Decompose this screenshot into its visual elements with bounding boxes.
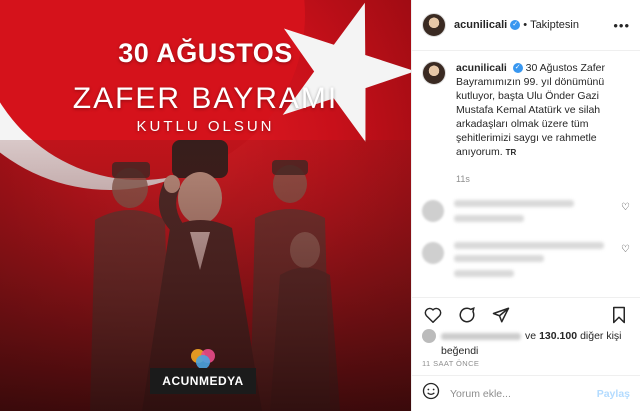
blur-line	[454, 270, 514, 277]
action-bar	[412, 297, 640, 331]
commenter-avatar[interactable]	[422, 200, 444, 222]
author-username[interactable]: acunilicali	[454, 19, 507, 31]
commenter-avatar[interactable]	[422, 242, 444, 264]
blur-line	[454, 242, 604, 249]
brand-logo-icon	[191, 349, 215, 369]
caption-time: 11s	[456, 174, 470, 184]
comment-blurred-text	[454, 200, 630, 228]
post-comment-button[interactable]: Paylaş	[597, 388, 630, 400]
blur-line	[454, 215, 524, 222]
likes-count[interactable]: 130.100	[539, 330, 577, 342]
blur-line	[454, 200, 574, 207]
translate-link[interactable]: TR	[506, 148, 517, 157]
more-icon[interactable]: •••	[613, 18, 630, 33]
post-sidebar: acunilicali ✓ • Takiptesin ••• acunilica…	[411, 0, 640, 411]
likes-line2: beğendi	[441, 345, 479, 357]
add-comment-bar: Paylaş	[412, 375, 640, 411]
liker-avatar	[422, 329, 436, 343]
likes-connector: ve	[525, 330, 537, 342]
headline-title: ZAFER BAYRAMI	[72, 82, 339, 115]
bookmark-icon[interactable]	[608, 304, 630, 326]
comment-item: ♡	[422, 200, 630, 228]
verified-badge-icon: ✓	[512, 63, 523, 74]
comments-section: acunilicali ✓ 30 Ağustos Zafer Bayramımı…	[412, 51, 640, 297]
comment-item: ♡	[422, 242, 630, 283]
headline-subtitle: KUTLU OLSUN	[136, 118, 275, 135]
comment-like-icon[interactable]: ♡	[621, 202, 630, 213]
comment-icon[interactable]	[456, 304, 478, 326]
verified-badge-icon: ✓	[510, 20, 521, 30]
separator-dot: •	[523, 19, 528, 31]
headline-date: 30 AĞUSTOS	[118, 38, 293, 68]
comment-like-icon[interactable]: ♡	[621, 244, 630, 255]
caption: acunilicali ✓ 30 Ağustos Zafer Bayramımı…	[422, 61, 630, 160]
post-image[interactable]: 30 AĞUSTOS ZAFER BAYRAMI KUTLU OLSUN ACU…	[0, 0, 411, 411]
liker-name-blurred	[441, 332, 521, 340]
likes-summary[interactable]: ve 130.100 diğer kişi beğendi	[422, 329, 630, 357]
comment-input[interactable]	[450, 387, 597, 400]
brand-logo: ACUNMEDYA	[150, 368, 256, 394]
likes-suffix: diğer kişi	[580, 330, 622, 342]
caption-body: 30 Ağustos Zafer Bayramımızın 99. yıl dö…	[456, 62, 606, 158]
share-icon[interactable]	[490, 304, 512, 326]
post-header: acunilicali ✓ • Takiptesin •••	[412, 0, 640, 51]
following-button[interactable]: Takiptesin	[530, 19, 579, 31]
blur-line	[454, 255, 544, 262]
caption-username[interactable]: acunilicali	[456, 62, 507, 74]
post-timestamp[interactable]: 11 SAAT ÖNCE	[422, 359, 479, 368]
caption-text: acunilicali ✓ 30 Ağustos Zafer Bayramımı…	[456, 61, 630, 160]
like-heart-icon[interactable]	[422, 304, 444, 326]
caption-avatar[interactable]	[422, 61, 446, 85]
comment-blurred-text	[454, 242, 630, 283]
emoji-icon[interactable]	[422, 382, 440, 405]
avatar[interactable]	[422, 13, 446, 37]
